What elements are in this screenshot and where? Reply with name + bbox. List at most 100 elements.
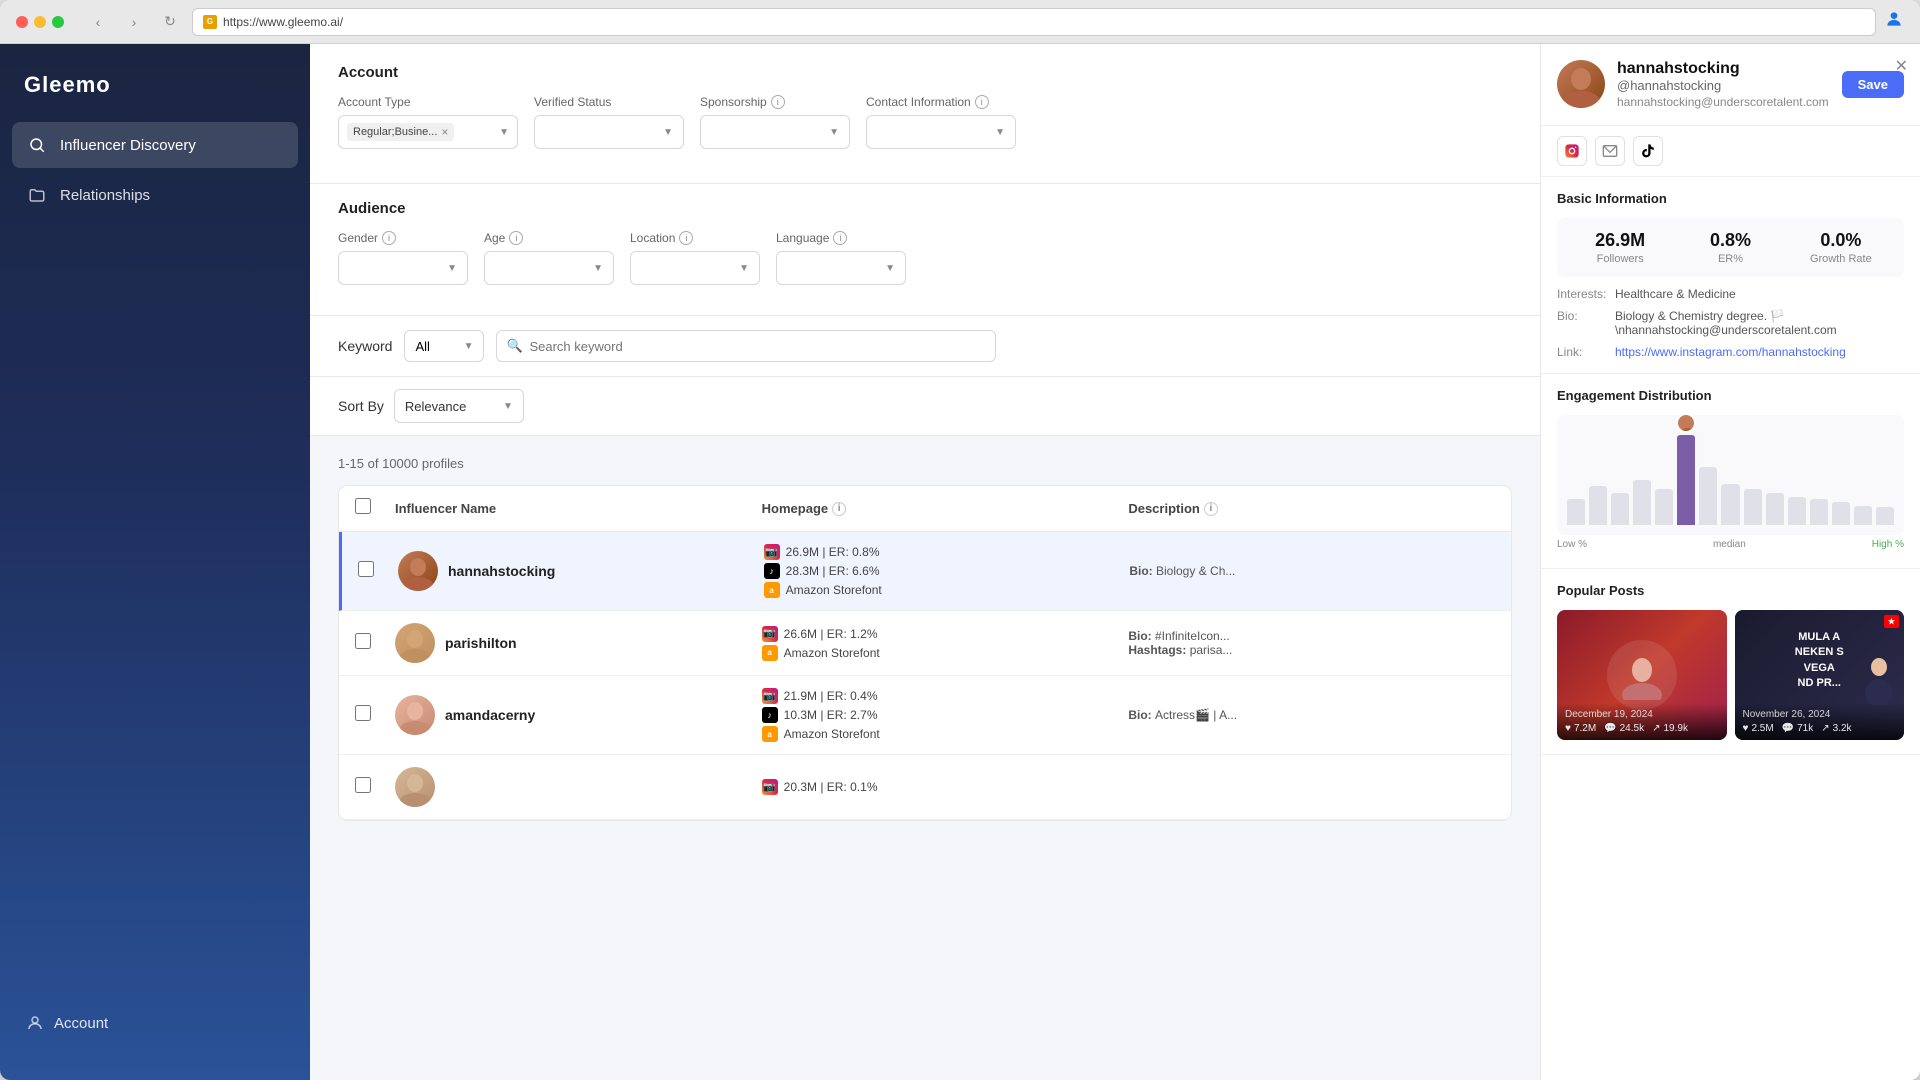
chevron-down-icon: ▼ — [995, 127, 1005, 138]
info-icon: i — [509, 231, 523, 245]
instagram-icon: 📷 — [764, 544, 780, 560]
app-logo: Gleemo — [0, 64, 310, 122]
verified-status-select[interactable]: ▼ — [534, 115, 684, 149]
instagram-icon: 📷 — [762, 688, 778, 704]
post-shares: ↗ 19.9k — [1652, 723, 1688, 734]
reload-button[interactable]: ↻ — [156, 8, 184, 36]
amazon-icon: a — [762, 645, 778, 661]
info-icon: i — [975, 95, 989, 109]
growth-label: Growth Rate — [1790, 253, 1892, 265]
share-icon: ↗ — [1652, 723, 1660, 734]
sidebar-item-influencer-discovery[interactable]: Influencer Discovery — [12, 122, 298, 168]
age-select[interactable]: ▼ — [484, 251, 614, 285]
location-select[interactable]: ▼ — [630, 251, 760, 285]
sidebar-item-label: Relationships — [60, 187, 150, 204]
platform-row-amz: a Amazon Storefont — [762, 645, 1129, 661]
info-icon: i — [679, 231, 693, 245]
avatar — [395, 695, 435, 735]
forward-button[interactable]: › — [120, 8, 148, 36]
comment-icon: 💬 — [1604, 723, 1616, 734]
homepage-info: 📷 21.9M | ER: 0.4% ♪ 10.3M | ER: 2.7% a … — [762, 688, 1129, 742]
email-social-button[interactable] — [1595, 136, 1625, 166]
traffic-lights — [16, 16, 64, 28]
chart-bar — [1721, 484, 1739, 525]
address-bar[interactable]: G https://www.gleemo.ai/ — [192, 8, 1876, 36]
tiktok-social-button[interactable] — [1633, 136, 1663, 166]
homepage-info: 📷 26.6M | ER: 1.2% a Amazon Storefont — [762, 626, 1129, 661]
chart-bar — [1655, 489, 1673, 525]
row-checkbox[interactable] — [358, 561, 374, 577]
minimize-window-button[interactable] — [34, 16, 46, 28]
posts-grid: December 19, 2024 ♥ 7.2M 💬 24.5k — [1557, 610, 1904, 740]
table-row[interactable]: amandacerny 📷 21.9M | ER: 0.4% ♪ 10.3M |… — [339, 676, 1511, 755]
interests-row: Interests: Healthcare & Medicine — [1557, 287, 1904, 301]
tiktok-icon: ♪ — [762, 707, 778, 723]
table-row[interactable]: parishilton 📷 26.6M | ER: 1.2% a Amazon … — [339, 611, 1511, 676]
panel-email: hannahstocking@underscoretalent.com — [1617, 95, 1829, 109]
post-card[interactable]: December 19, 2024 ♥ 7.2M 💬 24.5k — [1557, 610, 1727, 740]
chart-bar — [1611, 493, 1629, 525]
account-type-select[interactable]: Regular;Busine... × ▼ — [338, 115, 518, 149]
link-value[interactable]: https://www.instagram.com/hannahstocking — [1615, 345, 1846, 359]
keyword-search-wrap: 🔍 — [496, 330, 996, 362]
sidebar-item-label: Influencer Discovery — [60, 137, 196, 154]
chart-bar — [1810, 499, 1828, 525]
chart-low-label: Low % — [1557, 539, 1587, 550]
maximize-window-button[interactable] — [52, 16, 64, 28]
row-checkbox[interactable] — [355, 633, 371, 649]
followers-value: 26.9M — [1569, 230, 1671, 251]
er-stat: 0.8% ER% — [1679, 230, 1781, 265]
avatar — [395, 623, 435, 663]
platform-row-tt: ♪ 28.3M | ER: 6.6% — [764, 563, 1130, 579]
results-count: 1-15 of 10000 profiles — [338, 456, 1512, 471]
table-row[interactable]: 📷 20.3M | ER: 0.1% — [339, 755, 1511, 820]
tag-remove-button[interactable]: × — [441, 125, 448, 139]
sidebar: Gleemo Influencer Discovery Relationship… — [0, 44, 310, 1080]
bio-key: Bio: — [1557, 309, 1607, 337]
keyword-label: Keyword — [338, 338, 392, 354]
bio-row: Bio: Biology & Chemistry degree. 🏳️ \nha… — [1557, 309, 1904, 337]
instagram-social-button[interactable] — [1557, 136, 1587, 166]
panel-username: hannahstocking — [1617, 60, 1829, 78]
panel-user-info: hannahstocking @hannahstocking hannahsto… — [1617, 60, 1904, 109]
post-date: December 19, 2024 — [1565, 709, 1719, 720]
select-all-checkbox[interactable] — [355, 498, 371, 514]
avatar — [395, 767, 435, 807]
browser-user-icon[interactable] — [1884, 9, 1904, 34]
main-panel: Account Account Type Regular;Busine... ×… — [310, 44, 1540, 1080]
influencer-info: amandacerny — [395, 695, 762, 735]
account-button[interactable]: Account — [12, 1002, 298, 1044]
table-row[interactable]: hannahstocking 📷 26.9M | ER: 0.8% ♪ 28.3… — [339, 532, 1511, 611]
close-window-button[interactable] — [16, 16, 28, 28]
contact-info-select[interactable]: ▼ — [866, 115, 1016, 149]
amazon-icon: a — [762, 726, 778, 742]
link-key: Link: — [1557, 345, 1607, 359]
row-checkbox[interactable] — [355, 705, 371, 721]
back-button[interactable]: ‹ — [84, 8, 112, 36]
language-label: Language i — [776, 231, 906, 245]
account-section-title: Account — [338, 64, 1512, 81]
row-checkbox[interactable] — [355, 777, 371, 793]
sponsorship-select[interactable]: ▼ — [700, 115, 850, 149]
keyword-row: Keyword All ▼ 🔍 — [310, 316, 1540, 377]
keyword-search-input[interactable] — [496, 330, 996, 362]
keyword-type-select[interactable]: All ▼ — [404, 330, 484, 362]
sort-select[interactable]: Relevance ▼ — [394, 389, 524, 423]
gender-select[interactable]: ▼ — [338, 251, 468, 285]
account-type-group: Account Type Regular;Busine... × ▼ — [338, 95, 518, 149]
language-select[interactable]: ▼ — [776, 251, 906, 285]
interests-key: Interests: — [1557, 287, 1607, 301]
language-group: Language i ▼ — [776, 231, 906, 285]
close-panel-button[interactable]: ✕ — [1895, 56, 1908, 76]
account-filters: Account Account Type Regular;Busine... ×… — [310, 44, 1540, 184]
sidebar-item-relationships[interactable]: Relationships — [12, 172, 298, 218]
heart-icon: ♥ — [1565, 723, 1571, 734]
chart-bar — [1766, 493, 1784, 525]
chart-bar — [1589, 486, 1607, 525]
account-label: Account — [54, 1015, 108, 1032]
contact-info-label: Contact Information i — [866, 95, 1016, 109]
post-overlay: November 26, 2024 ♥ 2.5M 💬 71k — [1735, 703, 1905, 740]
panel-header: hannahstocking @hannahstocking hannahsto… — [1541, 44, 1920, 126]
post-date: November 26, 2024 — [1743, 709, 1897, 720]
post-card[interactable]: ★ MULA A NEKEN S VEGA ND PR... — [1735, 610, 1905, 740]
